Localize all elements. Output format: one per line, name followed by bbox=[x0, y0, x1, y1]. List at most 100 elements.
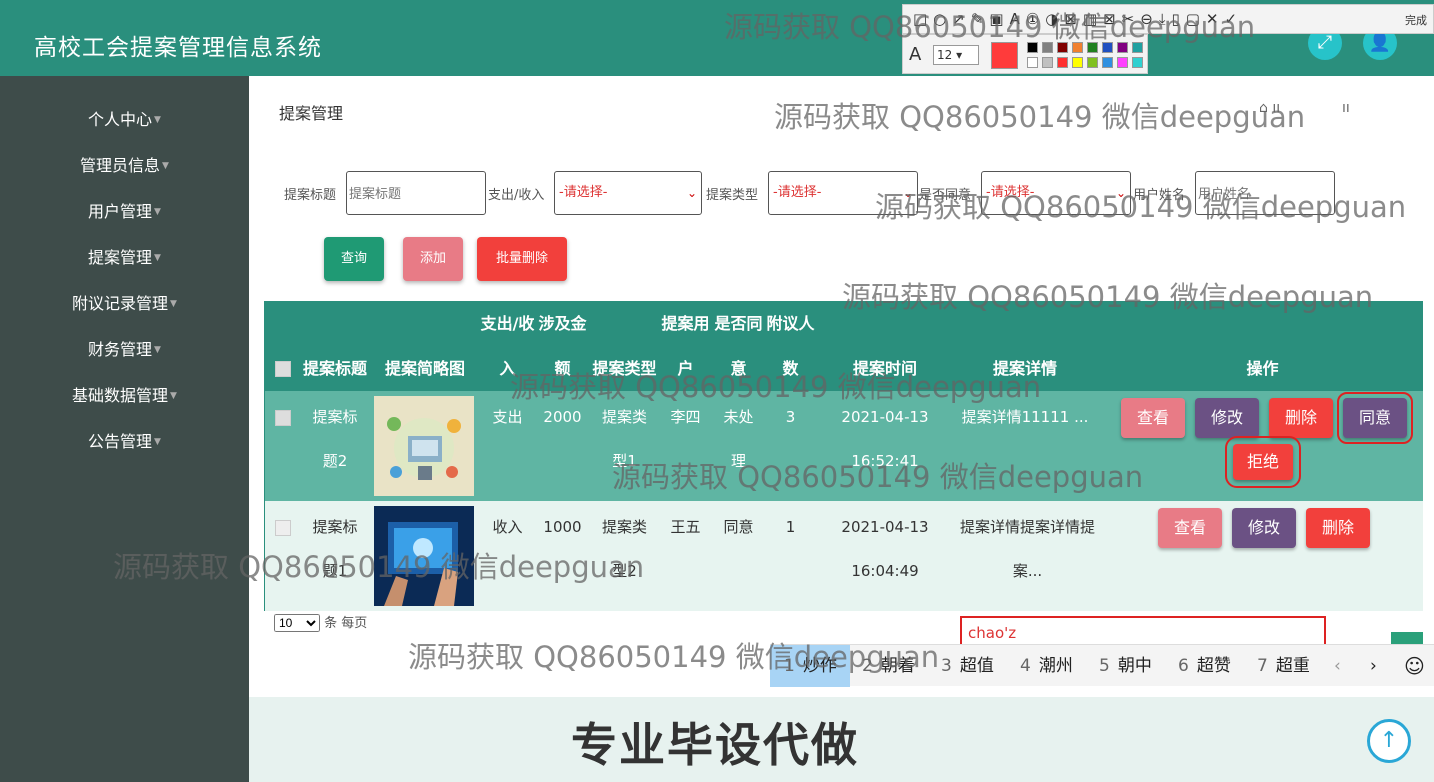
col-time: 提案时间 bbox=[852, 359, 917, 378]
screenshot-toolbar: □○↗✎▣A①◑⊠▥⊠✂⊖⤓▯▢✕✓ 完成 bbox=[902, 4, 1434, 34]
color-swatch[interactable] bbox=[1132, 42, 1143, 53]
font-size-select[interactable]: 12 ▾ bbox=[933, 45, 979, 65]
proposal-thumbnail[interactable] bbox=[374, 396, 474, 496]
sidebar-item-admin-info[interactable]: 管理员信息 ▼ bbox=[0, 153, 249, 179]
col-agree-2: 意 bbox=[730, 359, 747, 378]
add-button[interactable]: 添加 bbox=[403, 237, 463, 281]
color-swatch[interactable] bbox=[1117, 42, 1128, 53]
sidebar-item-announcements[interactable]: 公告管理 ▼ bbox=[0, 429, 249, 455]
col-seconds-2: 数 bbox=[782, 359, 799, 378]
delete-button[interactable]: 删除 bbox=[1269, 398, 1333, 438]
row-checkbox[interactable] bbox=[275, 410, 291, 426]
col-user-1: 提案用 bbox=[661, 314, 710, 333]
color-swatch[interactable] bbox=[1042, 57, 1053, 68]
filter-user-label: 用户姓名 bbox=[1133, 188, 1186, 203]
cell-user: 李四 bbox=[670, 408, 701, 426]
ime-candidate[interactable]: 3 超值 bbox=[941, 645, 994, 687]
color-swatch[interactable] bbox=[1102, 42, 1113, 53]
color-swatch[interactable] bbox=[1042, 42, 1053, 53]
color-swatch[interactable] bbox=[1057, 57, 1068, 68]
active-color-swatch[interactable] bbox=[991, 42, 1018, 69]
cell-type: 提案类 bbox=[601, 518, 647, 536]
ime-candidate-bar: 1 炒作 2 朝着 3 超值 4 潮州 5 朝中 6 超赞 7 超重 ‹ › ☺ bbox=[770, 644, 1434, 687]
color-swatch[interactable] bbox=[1057, 42, 1068, 53]
color-swatch[interactable] bbox=[1132, 57, 1143, 68]
col-io-2: 入 bbox=[499, 359, 516, 378]
cell-seconds: 3 bbox=[785, 408, 796, 426]
cell-seconds: 1 bbox=[785, 518, 796, 536]
reject-button[interactable]: 拒绝 bbox=[1225, 436, 1301, 488]
color-swatch[interactable] bbox=[1072, 42, 1083, 53]
sidebar-item-base-data[interactable]: 基础数据管理 ▼ bbox=[0, 383, 249, 409]
sidebar-item-users[interactable]: 用户管理 ▼ bbox=[0, 199, 249, 225]
ime-composition-input[interactable]: chao'z bbox=[960, 616, 1326, 646]
row-checkbox[interactable] bbox=[275, 520, 291, 536]
search-button[interactable]: 查询 bbox=[324, 237, 384, 281]
emoji-icon[interactable]: ☺ bbox=[1404, 645, 1425, 687]
edit-button[interactable]: 修改 bbox=[1195, 398, 1259, 438]
edit-button[interactable]: 修改 bbox=[1232, 508, 1296, 548]
done-button[interactable]: 完成 bbox=[1405, 12, 1427, 28]
sidebar-item-finance[interactable]: 财务管理 ▼ bbox=[0, 337, 249, 363]
app-title: 高校工会提案管理信息系统 bbox=[34, 35, 322, 61]
page-size-select[interactable]: 10 bbox=[274, 614, 320, 632]
delete-button[interactable]: 删除 bbox=[1306, 508, 1370, 548]
title-search-input[interactable] bbox=[346, 171, 486, 215]
chevron-down-icon: ⌄ bbox=[1115, 186, 1126, 200]
select-all-checkbox[interactable] bbox=[275, 361, 291, 377]
color-palette: A 12 ▾ bbox=[902, 34, 1148, 74]
cell-title: 题1 bbox=[322, 562, 348, 580]
table-row[interactable]: 提案标 题2 支出 2000 提案类 型1 李四 未处 理 3 2021-04-… bbox=[265, 391, 1423, 501]
sidebar-item-proposals[interactable]: 提案管理 ▼ bbox=[0, 245, 249, 271]
page-size-suffix: 条 每页 bbox=[324, 616, 368, 631]
user-name-input[interactable] bbox=[1195, 171, 1335, 215]
ime-candidate[interactable]: 1 炒作 bbox=[770, 645, 850, 687]
cell-time: 16:52:41 bbox=[851, 452, 919, 470]
back-to-top-icon[interactable]: ↑ bbox=[1367, 719, 1411, 763]
color-swatch[interactable] bbox=[1087, 42, 1098, 53]
color-swatch[interactable] bbox=[1117, 57, 1128, 68]
ime-candidate[interactable]: 7 超重 bbox=[1257, 645, 1310, 687]
io-select[interactable]: -请选择- ⌄ bbox=[554, 171, 702, 215]
chevron-left-icon[interactable]: ‹ bbox=[1334, 645, 1341, 687]
cell-time: 16:04:49 bbox=[851, 562, 919, 580]
filter-io-label: 支出/收入 bbox=[488, 188, 545, 203]
color-swatch[interactable] bbox=[1027, 42, 1038, 53]
table-header: 提案标题 提案简略图 支出/收 入 涉及金 额 提案类型 提案用 户 是否同 意… bbox=[265, 302, 1423, 391]
chevron-down-icon: ▼ bbox=[154, 253, 161, 263]
agree-button[interactable]: 同意 bbox=[1337, 392, 1413, 444]
col-type: 提案类型 bbox=[592, 359, 657, 378]
table-row[interactable]: 提案标 题1 收入 1000 提案类 型2 王五 同意 1 2021-04-13… bbox=[265, 501, 1423, 611]
col-ops: 操作 bbox=[1246, 359, 1279, 378]
annotation-tools-icon[interactable]: □○↗✎▣A①◑⊠▥⊠✂⊖⤓▯▢✕✓ bbox=[913, 10, 1243, 28]
proposal-thumbnail[interactable] bbox=[374, 506, 474, 606]
view-button[interactable]: 查看 bbox=[1121, 398, 1185, 438]
cell-type: 型2 bbox=[612, 562, 637, 580]
cell-detail: 案... bbox=[1012, 562, 1043, 580]
type-select[interactable]: -请选择- ⌄ bbox=[768, 171, 918, 215]
ime-candidate[interactable]: 4 潮州 bbox=[1020, 645, 1073, 687]
color-swatch[interactable] bbox=[1027, 57, 1038, 68]
agree-select[interactable]: -请选择- ⌄ bbox=[981, 171, 1131, 215]
cell-agree: 同意 bbox=[723, 518, 754, 536]
col-title: 提案标题 bbox=[302, 359, 367, 378]
color-swatch[interactable] bbox=[1072, 57, 1083, 68]
col-detail: 提案详情 bbox=[992, 359, 1057, 378]
col-io-1: 支出/收 bbox=[480, 314, 535, 333]
ime-candidate[interactable]: 6 超赞 bbox=[1178, 645, 1231, 687]
chevron-right-icon[interactable]: › bbox=[1370, 645, 1377, 687]
ime-candidate[interactable]: 5 朝中 bbox=[1099, 645, 1152, 687]
view-button[interactable]: 查看 bbox=[1158, 508, 1222, 548]
home-icon[interactable]: ⌂ ıı bbox=[1259, 100, 1280, 116]
col-amount-1: 涉及金 bbox=[538, 314, 587, 333]
cell-title: 提案标 bbox=[312, 518, 358, 536]
col-amount-2: 额 bbox=[554, 359, 571, 378]
color-swatch[interactable] bbox=[1102, 57, 1113, 68]
color-swatch[interactable] bbox=[1087, 57, 1098, 68]
sidebar-item-personal-center[interactable]: 个人中心 ▼ bbox=[0, 107, 249, 133]
sidebar-item-seconding-records[interactable]: 附议记录管理 ▼ bbox=[0, 291, 249, 317]
batch-delete-button[interactable]: 批量删除 bbox=[477, 237, 567, 281]
font-icon[interactable]: A bbox=[909, 44, 921, 65]
ime-candidate[interactable]: 2 朝着 bbox=[862, 645, 915, 687]
col-agree-1: 是否同 bbox=[714, 314, 763, 333]
